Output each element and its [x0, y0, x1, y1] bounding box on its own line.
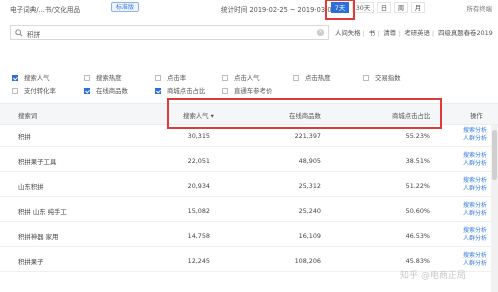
search-value: 积拼 — [27, 31, 41, 39]
filter-option[interactable]: 商城点击占比 — [155, 86, 205, 95]
table-row: 积拼神器 家用 14,758 16,109 46.53% 搜索分析 人群分析 — [0, 225, 498, 247]
term-cell[interactable]: 积拼 山东 纯手工 — [18, 207, 67, 216]
table-row: 积拼果子工具 22,051 48,905 38.51% 搜索分析 人群分析 — [0, 150, 498, 172]
row-actions: 搜索分析 人群分析 — [463, 152, 487, 168]
checkbox-checked[interactable] — [12, 75, 18, 81]
range-30d-button[interactable]: 30天 — [352, 2, 374, 13]
range-month-button[interactable]: 月 — [411, 2, 425, 13]
checkbox[interactable] — [293, 75, 299, 81]
items-cell: 25,312 — [298, 182, 321, 190]
highlight-annotation-range — [325, 0, 355, 20]
checkbox[interactable] — [363, 75, 369, 81]
items-cell: 108,206 — [294, 257, 321, 265]
row-actions: 搜索分析 人群分析 — [463, 177, 487, 193]
search-input[interactable]: 积拼 × — [10, 25, 329, 40]
term-cell[interactable]: 积拼果子工具 — [18, 157, 56, 166]
search-analysis-link[interactable]: 搜索分析 — [463, 202, 487, 210]
term-cell[interactable]: 积拼果子 — [18, 257, 44, 266]
filter-option[interactable]: 支付转化率 — [12, 86, 56, 95]
checkbox[interactable] — [155, 75, 161, 81]
term-cell[interactable]: 积拼 — [18, 132, 31, 141]
quick-link[interactable]: 人间失格 — [335, 29, 361, 37]
checkbox[interactable] — [84, 75, 90, 81]
search-analysis-link[interactable]: 搜索分析 — [463, 152, 487, 160]
clear-icon[interactable]: × — [317, 29, 324, 36]
category-breadcrumb[interactable]: 电子词典/...书/文化用品 — [10, 4, 80, 14]
checkbox[interactable] — [222, 88, 228, 94]
search-analysis-link[interactable]: 搜索分析 — [463, 252, 487, 260]
popularity-cell: 20,934 — [187, 182, 210, 190]
table-row: 山东积拼 20,934 25,312 51.22% 搜索分析 人群分析 — [0, 175, 498, 197]
table-row: 积拼 山东 纯手工 15,082 25,240 50.60% 搜索分析 人群分析 — [0, 200, 498, 222]
filter-option[interactable]: 点击率 — [155, 73, 186, 82]
filter-option[interactable]: 点击热度 — [293, 73, 331, 82]
row-actions: 搜索分析 人群分析 — [463, 252, 487, 268]
ratio-cell: 51.22% — [405, 182, 430, 190]
row-actions: 搜索分析 人群分析 — [463, 202, 487, 218]
items-cell: 221,397 — [294, 132, 321, 140]
ratio-cell: 50.60% — [405, 207, 430, 215]
scrollbar-thumb[interactable] — [492, 130, 497, 180]
ratio-cell: 55.23% — [405, 132, 430, 140]
range-day-button[interactable]: 日 — [377, 2, 391, 13]
checkbox[interactable] — [12, 88, 18, 94]
quick-link[interactable]: 考研英语 — [404, 29, 430, 37]
filter-option[interactable]: 直通车参考价 — [222, 86, 272, 95]
col-search-term: 搜索词 — [18, 112, 38, 120]
checkbox[interactable] — [222, 75, 228, 81]
checkbox-checked[interactable] — [84, 88, 90, 94]
search-analysis-link[interactable]: 搜索分析 — [463, 227, 487, 235]
crowd-analysis-link[interactable]: 人群分析 — [463, 135, 487, 143]
quick-link[interactable]: 四级真题春卷2019 — [438, 29, 493, 37]
popularity-cell: 14,758 — [187, 232, 210, 240]
col-actions: 操作 — [470, 112, 483, 120]
quick-link[interactable]: 清尊 — [383, 29, 396, 37]
all-terminals-dropdown[interactable]: 所有终端 — [466, 4, 492, 13]
popularity-cell: 22,051 — [187, 157, 210, 165]
ratio-cell: 45.83% — [405, 257, 430, 265]
search-icon — [15, 29, 23, 37]
term-cell[interactable]: 山东积拼 — [18, 182, 44, 191]
search-analysis-link[interactable]: 搜索分析 — [463, 127, 487, 135]
stat-period: 统计时间 2019-02-25 ~ 2019-03-03 — [221, 6, 336, 14]
table-row: 积拼 30,315 221,397 55.23% 搜索分析 人群分析 — [0, 125, 498, 147]
crowd-analysis-link[interactable]: 人群分析 — [463, 260, 487, 268]
filter-option[interactable]: 搜索热度 — [84, 73, 122, 82]
search-row: 积拼 × 人间失格 | 书 | 清尊 | 考研英语 | 四级真题春卷2019 — [0, 22, 498, 42]
popularity-cell: 12,245 — [187, 257, 210, 265]
edition-badge: 标准版 — [111, 2, 140, 12]
top-bar: 电子词典/...书/文化用品 标准版 统计时间 2019-02-25 ~ 201… — [0, 0, 498, 20]
range-week-button[interactable]: 周 — [394, 2, 408, 13]
items-cell: 16,109 — [298, 232, 321, 240]
filter-option[interactable]: 点击人气 — [222, 73, 260, 82]
watermark: 知乎 @电商正局 — [400, 271, 466, 281]
popularity-cell: 30,315 — [187, 132, 210, 140]
filter-option[interactable]: 交易指数 — [363, 73, 401, 82]
search-analysis-link[interactable]: 搜索分析 — [463, 177, 487, 185]
row-actions: 搜索分析 人群分析 — [463, 127, 487, 143]
row-actions: 搜索分析 人群分析 — [463, 227, 487, 243]
ratio-cell: 46.53% — [405, 232, 430, 240]
filter-option[interactable]: 在线商品数 — [84, 86, 128, 95]
crowd-analysis-link[interactable]: 人群分析 — [463, 160, 487, 168]
checkbox-checked[interactable] — [155, 88, 161, 94]
items-cell: 25,240 — [298, 207, 321, 215]
ratio-cell: 38.51% — [405, 157, 430, 165]
term-cell[interactable]: 积拼神器 家用 — [18, 232, 58, 241]
crowd-analysis-link[interactable]: 人群分析 — [463, 235, 487, 243]
crowd-analysis-link[interactable]: 人群分析 — [463, 185, 487, 193]
items-cell: 48,905 — [298, 157, 321, 165]
crowd-analysis-link[interactable]: 人群分析 — [463, 210, 487, 218]
filter-option[interactable]: 搜索人气 — [12, 73, 50, 82]
quick-link[interactable]: 书 — [369, 29, 375, 37]
quick-search-links: 人间失格 | 书 | 清尊 | 考研英语 | 四级真题春卷2019 — [335, 29, 493, 37]
popularity-cell: 15,082 — [187, 207, 210, 215]
